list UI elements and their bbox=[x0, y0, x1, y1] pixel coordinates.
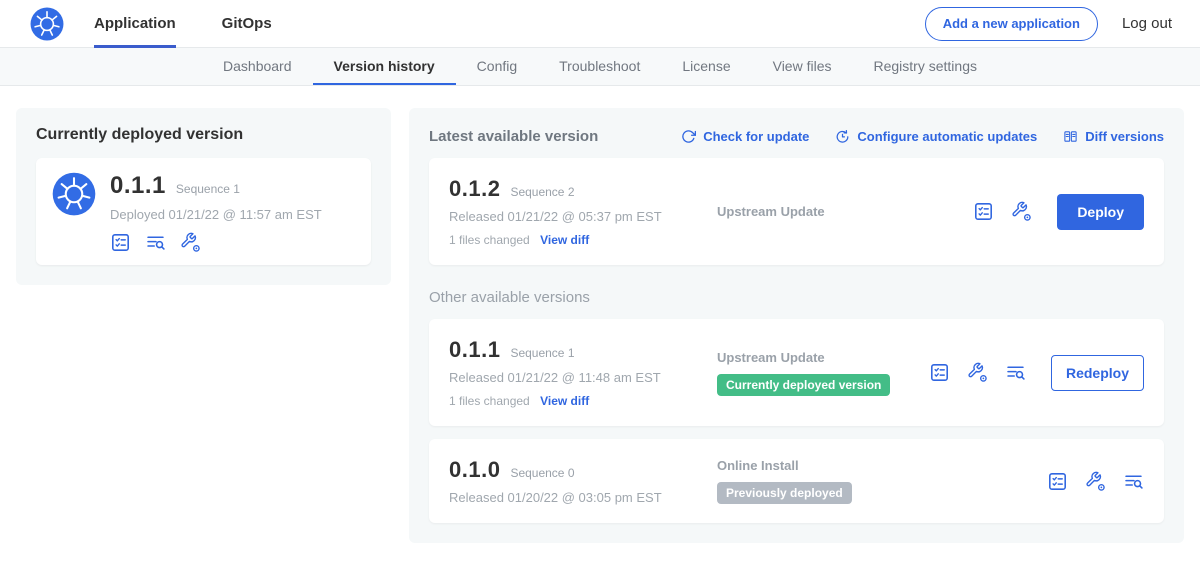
version-history-panel: Latest available version Check for updat… bbox=[409, 108, 1184, 543]
subnav-tab-dashboard[interactable]: Dashboard bbox=[202, 48, 313, 85]
redeploy-button[interactable]: Redeploy bbox=[1051, 355, 1144, 391]
diff-versions-label: Diff versions bbox=[1085, 129, 1164, 144]
subnav-tab-license[interactable]: License bbox=[661, 48, 751, 85]
released-timestamp: Released 01/21/22 @ 05:37 pm EST bbox=[449, 209, 707, 224]
sequence-label: Sequence 0 bbox=[510, 466, 574, 480]
edit-config-icon[interactable] bbox=[1085, 471, 1106, 492]
deployed-version-info: 0.1.1 Sequence 1 Deployed 01/21/22 @ 11:… bbox=[110, 172, 322, 253]
diff-icon bbox=[1063, 129, 1078, 144]
sequence-label: Sequence 1 bbox=[510, 346, 574, 360]
deploy-button[interactable]: Deploy bbox=[1057, 194, 1144, 230]
refresh-icon bbox=[681, 129, 696, 144]
edit-config-icon[interactable] bbox=[1011, 201, 1032, 222]
version-info: 0.1.0 Sequence 0 Released 01/20/22 @ 03:… bbox=[449, 457, 707, 505]
deployed-action-icons bbox=[110, 232, 322, 253]
files-changed-line: 1 files changed View diff bbox=[449, 394, 707, 408]
version-source: Upstream Update bbox=[707, 204, 973, 219]
edit-config-icon[interactable] bbox=[180, 232, 201, 253]
released-timestamp: Released 01/20/22 @ 03:05 pm EST bbox=[449, 490, 707, 505]
topbar-right-actions: Add a new application Log out bbox=[925, 7, 1172, 41]
source-label: Online Install bbox=[717, 458, 1047, 473]
top-navigation-bar: Application GitOps Add a new application… bbox=[0, 0, 1200, 48]
released-timestamp: Released 01/21/22 @ 11:48 am EST bbox=[449, 370, 707, 385]
source-label: Upstream Update bbox=[717, 350, 929, 365]
deploy-logs-icon[interactable] bbox=[1123, 471, 1144, 492]
deployed-timestamp: Deployed 01/21/22 @ 11:57 am EST bbox=[110, 207, 322, 222]
main-content: Currently deployed version 0.1.1 Sequenc… bbox=[0, 86, 1200, 565]
deployed-panel-title: Currently deployed version bbox=[36, 126, 371, 144]
subnav-tab-version-history[interactable]: Version history bbox=[313, 48, 456, 85]
version-info: 0.1.1 Sequence 1 Released 01/21/22 @ 11:… bbox=[449, 337, 707, 408]
deployed-sequence-label: Sequence 1 bbox=[176, 182, 240, 196]
preflight-checks-icon[interactable] bbox=[973, 201, 994, 222]
subnav-tab-config[interactable]: Config bbox=[456, 48, 538, 85]
app-subnav: Dashboard Version history Config Trouble… bbox=[0, 48, 1200, 86]
deploy-logs-icon[interactable] bbox=[145, 232, 166, 253]
deployed-version-number: 0.1.1 bbox=[110, 172, 166, 200]
view-diff-link[interactable]: View diff bbox=[540, 233, 589, 247]
currently-deployed-panel: Currently deployed version 0.1.1 Sequenc… bbox=[16, 108, 391, 285]
edit-config-icon[interactable] bbox=[967, 362, 988, 383]
configure-automatic-updates-link[interactable]: Configure automatic updates bbox=[835, 129, 1037, 144]
files-changed-line: 1 files changed View diff bbox=[449, 233, 707, 247]
version-header-actions: Check for update Configure automatic upd… bbox=[681, 129, 1164, 144]
schedule-update-icon bbox=[835, 129, 850, 144]
version-actions: Deploy bbox=[973, 194, 1144, 230]
version-source: Online Install Previously deployed bbox=[707, 458, 1047, 504]
topbar-tabs: Application GitOps bbox=[94, 0, 318, 48]
subnav-tab-registry-settings[interactable]: Registry settings bbox=[853, 48, 998, 85]
files-changed-label: 1 files changed bbox=[449, 394, 530, 408]
preflight-checks-icon[interactable] bbox=[1047, 471, 1068, 492]
app-icon bbox=[52, 172, 96, 216]
version-card-0-1-0: 0.1.0 Sequence 0 Released 01/20/22 @ 03:… bbox=[429, 439, 1164, 523]
source-label: Upstream Update bbox=[717, 204, 973, 219]
version-number: 0.1.0 bbox=[449, 457, 500, 483]
view-diff-link[interactable]: View diff bbox=[540, 394, 589, 408]
subnav-tab-view-files[interactable]: View files bbox=[752, 48, 853, 85]
deploy-logs-icon[interactable] bbox=[1005, 362, 1026, 383]
version-source: Upstream Update Currently deployed versi… bbox=[707, 350, 929, 396]
files-changed-label: 1 files changed bbox=[449, 233, 530, 247]
deployed-version-card: 0.1.1 Sequence 1 Deployed 01/21/22 @ 11:… bbox=[36, 158, 371, 265]
configure-automatic-updates-label: Configure automatic updates bbox=[857, 129, 1037, 144]
kubernetes-logo-icon bbox=[30, 7, 64, 41]
check-for-update-link[interactable]: Check for update bbox=[681, 129, 809, 144]
version-actions: Redeploy bbox=[929, 355, 1144, 391]
sequence-label: Sequence 2 bbox=[510, 185, 574, 199]
diff-versions-link[interactable]: Diff versions bbox=[1063, 129, 1164, 144]
preflight-checks-icon[interactable] bbox=[110, 232, 131, 253]
version-number: 0.1.1 bbox=[449, 337, 500, 363]
version-actions bbox=[1047, 471, 1144, 492]
preflight-checks-icon[interactable] bbox=[929, 362, 950, 383]
tab-application[interactable]: Application bbox=[94, 0, 176, 48]
version-history-header: Latest available version Check for updat… bbox=[429, 124, 1164, 145]
subnav-tab-troubleshoot[interactable]: Troubleshoot bbox=[538, 48, 661, 85]
tab-gitops[interactable]: GitOps bbox=[222, 0, 272, 48]
check-for-update-label: Check for update bbox=[703, 129, 809, 144]
latest-version-card: 0.1.2 Sequence 2 Released 01/21/22 @ 05:… bbox=[429, 158, 1164, 265]
currently-deployed-badge: Currently deployed version bbox=[717, 374, 890, 396]
logout-link[interactable]: Log out bbox=[1122, 15, 1172, 32]
latest-version-heading: Latest available version bbox=[429, 128, 598, 145]
version-info: 0.1.2 Sequence 2 Released 01/21/22 @ 05:… bbox=[449, 176, 707, 247]
other-versions-heading: Other available versions bbox=[429, 289, 1164, 306]
previously-deployed-badge: Previously deployed bbox=[717, 482, 852, 504]
add-application-button[interactable]: Add a new application bbox=[925, 7, 1098, 41]
version-number: 0.1.2 bbox=[449, 176, 500, 202]
version-card-0-1-1: 0.1.1 Sequence 1 Released 01/21/22 @ 11:… bbox=[429, 319, 1164, 426]
